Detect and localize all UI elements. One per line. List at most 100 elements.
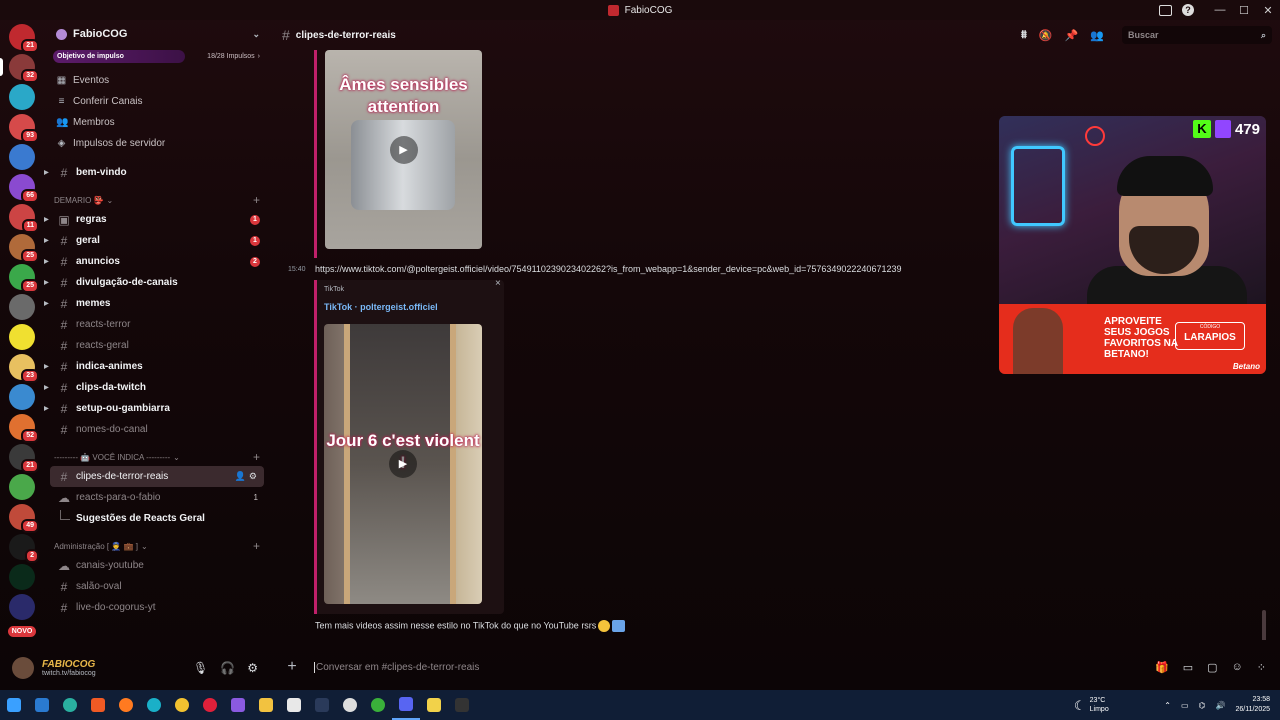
server-icon[interactable] xyxy=(9,294,35,320)
message-link[interactable]: https://www.tiktok.com/@poltergeist.offi… xyxy=(315,264,901,274)
chrome-icon[interactable] xyxy=(168,690,196,720)
embed-title[interactable]: TikTok · poltergeist.officiel xyxy=(324,302,438,312)
terminal-icon[interactable] xyxy=(448,690,476,720)
server-icon[interactable]: 52 xyxy=(9,414,39,443)
gif-icon[interactable]: ▭ xyxy=(1183,661,1193,674)
server-icon[interactable] xyxy=(9,84,35,110)
channel-settings-icon[interactable]: 👤⚙ xyxy=(235,471,260,482)
copilot-icon[interactable] xyxy=(224,690,252,720)
widgets-icon[interactable] xyxy=(28,690,56,720)
microphone-icon[interactable]: 🎙 xyxy=(193,661,208,675)
category-header[interactable]: Administração [ 👮 💼 ] ⌄ + xyxy=(44,537,270,555)
play-icon[interactable]: ▶ xyxy=(389,450,417,478)
channel-item[interactable]: ▶ # indica-animes xyxy=(44,356,264,377)
server-icon[interactable] xyxy=(9,144,35,170)
network-icon[interactable]: ⌬ xyxy=(1199,701,1206,710)
add-channel-icon[interactable]: + xyxy=(253,193,260,207)
channel-item[interactable]: # clipes-de-terror-reais 👤⚙ xyxy=(50,466,264,487)
channel-item[interactable]: ▶ # setup-ou-gambiarra xyxy=(44,398,264,419)
add-attachment-icon[interactable]: + xyxy=(278,658,306,676)
channel-item[interactable]: # live-do-cogorus-yt xyxy=(50,597,264,618)
brave-icon[interactable] xyxy=(84,690,112,720)
pin-icon[interactable]: 📌 xyxy=(1065,29,1079,42)
channel-item[interactable]: ☁ canais-youtube xyxy=(50,555,264,576)
explorer-icon[interactable] xyxy=(252,690,280,720)
opera-icon[interactable] xyxy=(196,690,224,720)
server-icon[interactable] xyxy=(9,474,35,500)
server-icon[interactable]: 25 xyxy=(9,264,39,293)
browser-icon[interactable] xyxy=(140,690,168,720)
scrollbar[interactable] xyxy=(1262,610,1266,640)
notifications-muted-icon[interactable]: 🔕 xyxy=(1039,29,1053,42)
server-icon[interactable] xyxy=(9,384,35,410)
server-icon[interactable] xyxy=(9,594,35,620)
steam-icon[interactable] xyxy=(308,690,336,720)
category-header[interactable]: --------- 🤖 VOCÊ INDICA --------- ⌄ + xyxy=(44,448,270,466)
weather-widget[interactable]: ☾ 23°C Limpo xyxy=(1074,696,1109,714)
emoji-icon[interactable]: ☺ xyxy=(1232,661,1243,674)
help-icon[interactable]: ? xyxy=(1182,4,1194,16)
channel-item[interactable]: ▶ # geral 1 xyxy=(44,230,264,251)
close-icon[interactable]: ✕ xyxy=(1256,4,1280,17)
clock[interactable]: 23:58 26/11/2025 xyxy=(1235,695,1270,715)
channel-item[interactable]: ▶ ▣ regras 1 xyxy=(44,209,264,230)
sticker-icon[interactable]: ▢ xyxy=(1207,661,1217,674)
video-thumbnail-1[interactable]: Âmes sensibles attention ▶ xyxy=(325,50,482,249)
server-icon[interactable]: 32 xyxy=(0,54,39,83)
close-embed-icon[interactable]: × xyxy=(495,278,501,289)
channel-item[interactable]: # reacts-geral xyxy=(50,335,264,356)
nav-item[interactable]: ▦ Eventos xyxy=(44,70,270,91)
inbox-icon[interactable] xyxy=(1159,4,1172,16)
new-badge[interactable]: NOVO xyxy=(7,626,37,637)
channel-item[interactable]: ▶ # anuncios 2 xyxy=(44,251,264,272)
nav-item[interactable]: 👥 Membros xyxy=(44,112,270,133)
video-thumbnail-2[interactable]: Jour 6 c'est violent ! ▶ xyxy=(324,324,482,604)
server-icon[interactable]: 49 xyxy=(9,504,39,533)
server-icon[interactable] xyxy=(9,564,35,590)
settings-gear-icon[interactable]: ⚙ xyxy=(247,661,258,675)
channel-item[interactable]: # reacts-terror xyxy=(50,314,264,335)
server-icon[interactable]: 21 xyxy=(9,24,39,53)
channel-item[interactable]: ▶ # bem-vindo xyxy=(44,162,264,183)
display-icon[interactable]: ▭ xyxy=(1181,701,1189,710)
channel-item[interactable]: ▶ # clips-da-twitch xyxy=(44,377,264,398)
message-input[interactable]: Conversar em #clipes-de-terror-reais xyxy=(314,661,479,673)
clock-app-icon[interactable] xyxy=(336,690,364,720)
notes-icon[interactable] xyxy=(420,690,448,720)
apps-icon[interactable]: ⁘ xyxy=(1257,661,1266,674)
server-icon[interactable]: 25 xyxy=(9,234,39,263)
add-channel-icon[interactable]: + xyxy=(253,450,260,464)
volume-icon[interactable]: 🔊 xyxy=(1216,701,1226,710)
store-icon[interactable] xyxy=(280,690,308,720)
start-icon[interactable] xyxy=(0,690,28,720)
nav-item[interactable]: ◈ Impulsos de servidor xyxy=(44,133,270,154)
server-icon[interactable] xyxy=(9,324,35,350)
headphones-icon[interactable]: 🎧 xyxy=(220,661,235,675)
play-icon[interactable]: ▶ xyxy=(389,135,418,164)
maximize-icon[interactable]: ☐ xyxy=(1232,4,1256,17)
edge-icon[interactable] xyxy=(56,690,84,720)
gift-icon[interactable]: 🎁 xyxy=(1155,661,1169,674)
members-list-icon[interactable]: 👥 xyxy=(1090,29,1104,42)
server-icon[interactable]: 2 xyxy=(9,534,39,563)
avatar[interactable] xyxy=(12,657,34,679)
minimize-icon[interactable]: — xyxy=(1208,4,1232,16)
threads-icon[interactable]: ⩩ xyxy=(1021,29,1027,42)
search-input[interactable]: Buscar ⌕ xyxy=(1122,26,1272,44)
server-icon[interactable]: 11 xyxy=(9,204,39,233)
server-icon[interactable]: 21 xyxy=(9,444,39,473)
guild-header[interactable]: FabioCOG ⌄ xyxy=(44,20,270,48)
channel-item[interactable]: ▶ # memes xyxy=(44,293,264,314)
thread-item[interactable]: Sugestões de Reacts Geral xyxy=(44,508,270,529)
tray-chevron-icon[interactable]: ⌃ xyxy=(1164,701,1171,710)
server-icon[interactable]: 66 xyxy=(9,174,39,203)
category-header[interactable]: DEMARIO 👺 ⌄ + xyxy=(44,191,270,209)
discord-icon[interactable] xyxy=(392,690,420,720)
nav-item[interactable]: ≡ Conferir Canais xyxy=(44,91,270,112)
channel-item[interactable]: # nomes-do-canal xyxy=(50,419,264,440)
channel-item[interactable]: ▶ # divulgação-de-canais xyxy=(44,272,264,293)
boost-goal[interactable]: Objetivo de impulso 18/28 Impulsos › xyxy=(44,48,270,64)
server-icon[interactable]: 93 xyxy=(9,114,39,143)
xbox-icon[interactable] xyxy=(364,690,392,720)
firefox-icon[interactable] xyxy=(112,690,140,720)
